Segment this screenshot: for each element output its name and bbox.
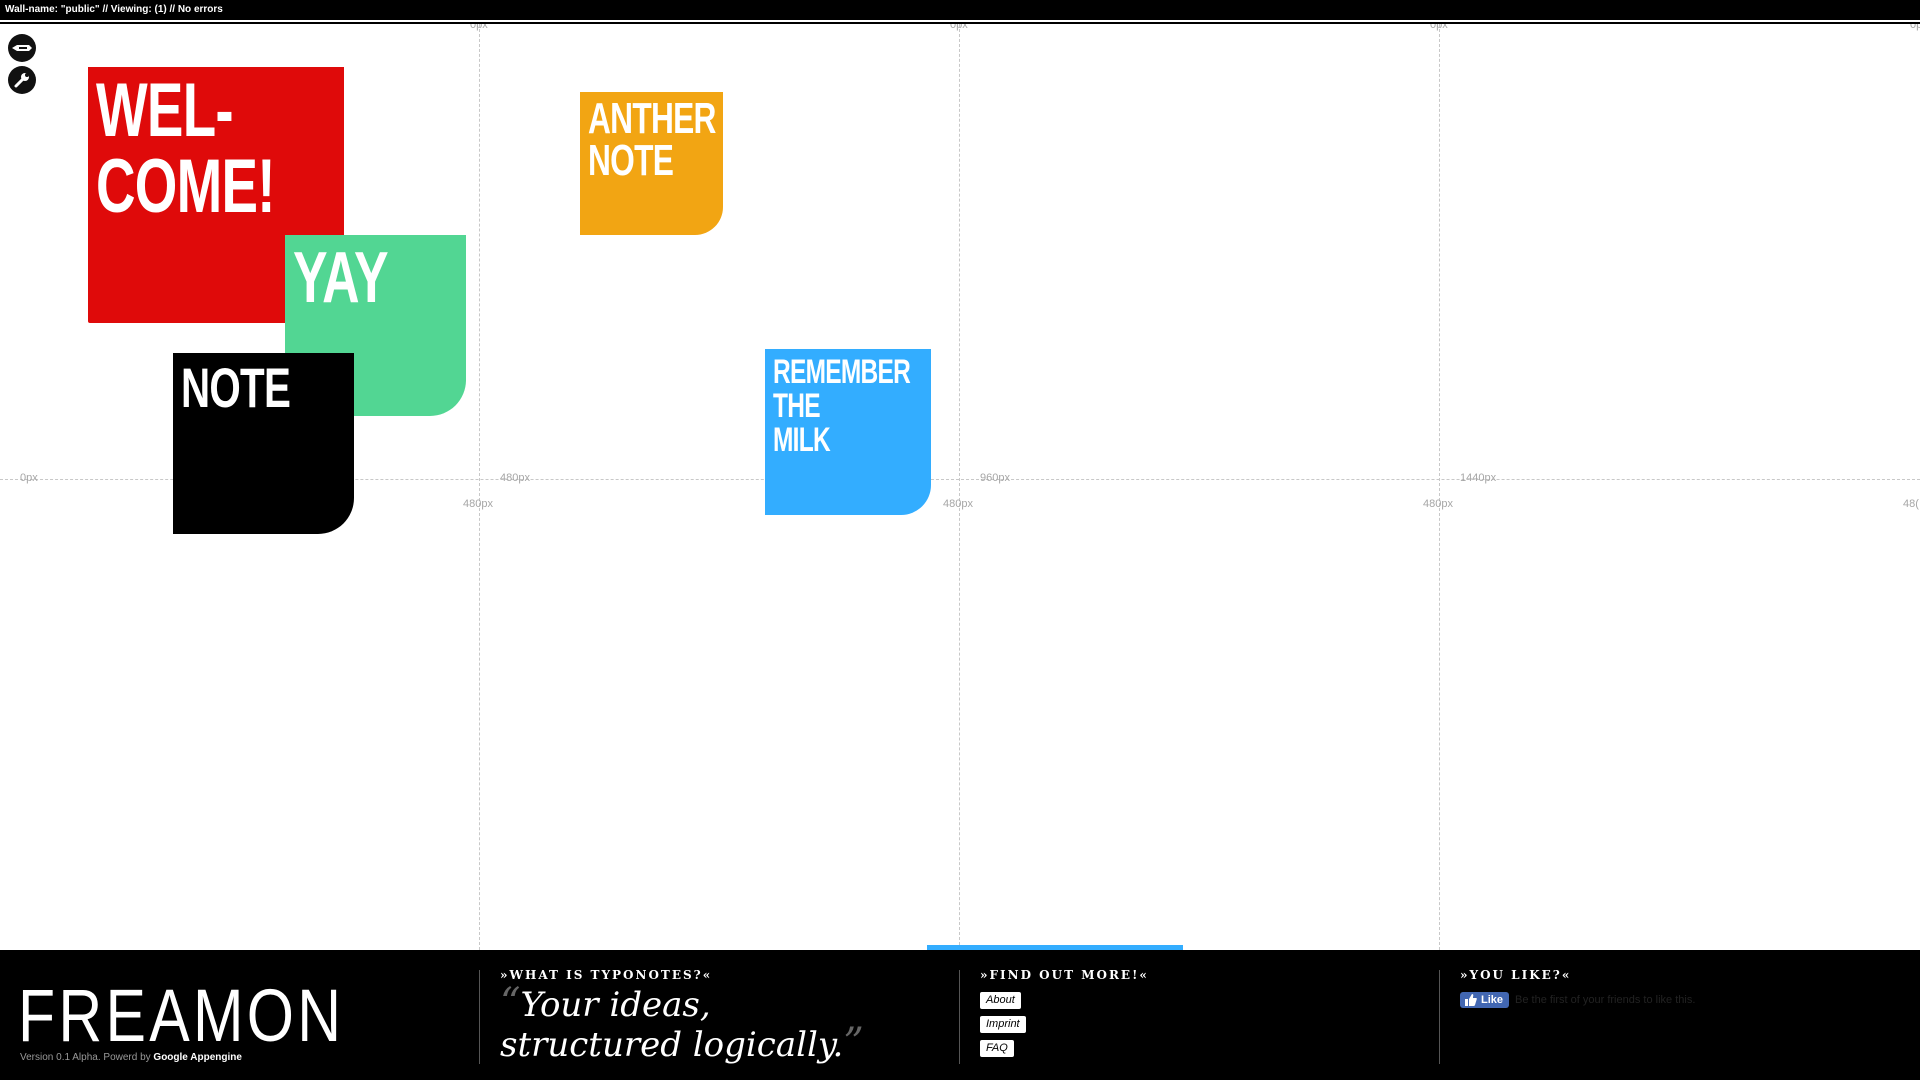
grid-label: 480px — [463, 498, 493, 510]
facebook-like: Like Be the first of your friends to lik… — [1460, 992, 1695, 1008]
note-text: REMEMBER THE MILK — [773, 353, 911, 459]
footer: FREAMON Version 0.1 Alpha. Powerd by Goo… — [0, 950, 1920, 1080]
status-text: Wall-name: "public" // Viewing: (1) // N… — [5, 4, 223, 15]
faq-link[interactable]: FAQ — [980, 1040, 1014, 1057]
note-text: WEL- COME! — [96, 68, 276, 229]
imprint-link[interactable]: Imprint — [980, 1016, 1026, 1033]
pen-tool-button[interactable] — [8, 34, 36, 62]
pen-icon — [12, 45, 32, 51]
like-button[interactable]: Like — [1460, 992, 1510, 1008]
logo: FREAMON — [18, 974, 345, 1057]
note-text: NOTE — [181, 356, 291, 419]
what-heading: »WHAT IS TYPONOTES?« — [500, 968, 713, 982]
grid-label: 1440px — [1460, 472, 1497, 484]
grid-label: 0px — [1430, 24, 1448, 31]
footer-separator — [1439, 970, 1440, 1064]
note-text: YAY — [293, 238, 389, 318]
note-anther-note[interactable]: ANTHER NOTE — [580, 92, 723, 235]
grid-label: 480px — [500, 472, 530, 484]
like-label: Like — [1481, 994, 1504, 1006]
grid-label: 48( — [1903, 498, 1919, 510]
grid-label: 480px — [1423, 498, 1453, 510]
status-bar: Wall-name: "public" // Viewing: (1) // N… — [0, 0, 1920, 20]
grid-label: 960px — [980, 472, 1010, 484]
grid-line-vertical — [479, 24, 480, 950]
appengine-link[interactable]: Google Appengine — [153, 1052, 242, 1063]
like-social-text: Be the first of your friends to like thi… — [1515, 994, 1696, 1006]
thumbs-up-icon — [1465, 994, 1477, 1006]
quote-open-mark: “ — [500, 980, 521, 1026]
grid-label: 0px — [470, 24, 488, 31]
grid-label: 0px — [1910, 24, 1920, 31]
wall-canvas[interactable]: 0px 0px 0px 0px 0px 480px 960px 1440px 4… — [0, 24, 1920, 950]
like-heading: »YOU LIKE?« — [1460, 968, 1572, 982]
grid-line-vertical — [959, 24, 960, 950]
version-text: Version 0.1 Alpha. Powerd by Google Appe… — [20, 1052, 242, 1063]
grid-line-vertical — [1439, 24, 1440, 950]
note-remember-the-milk[interactable]: REMEMBER THE MILK — [765, 349, 931, 515]
note-text: ANTHER NOTE — [588, 94, 716, 185]
grid-label: 480px — [943, 498, 973, 510]
note-note[interactable]: NOTE — [173, 353, 354, 534]
grid-label: 0px — [950, 24, 968, 31]
wrench-icon — [14, 73, 29, 88]
quote-close-mark: ” — [843, 1020, 864, 1066]
more-heading: »FIND OUT MORE!« — [980, 968, 1149, 982]
footer-separator — [959, 970, 960, 1064]
quote-text: Your ideas, structured logically. — [500, 985, 844, 1065]
tagline-quote: “Your ideas, structured logically.” — [500, 983, 900, 1066]
about-link[interactable]: About — [980, 992, 1021, 1009]
settings-tool-button[interactable] — [8, 66, 36, 94]
grid-label: 0px — [20, 472, 38, 484]
version-prefix: Version 0.1 Alpha. Powerd by — [20, 1052, 154, 1063]
footer-separator — [479, 970, 480, 1064]
